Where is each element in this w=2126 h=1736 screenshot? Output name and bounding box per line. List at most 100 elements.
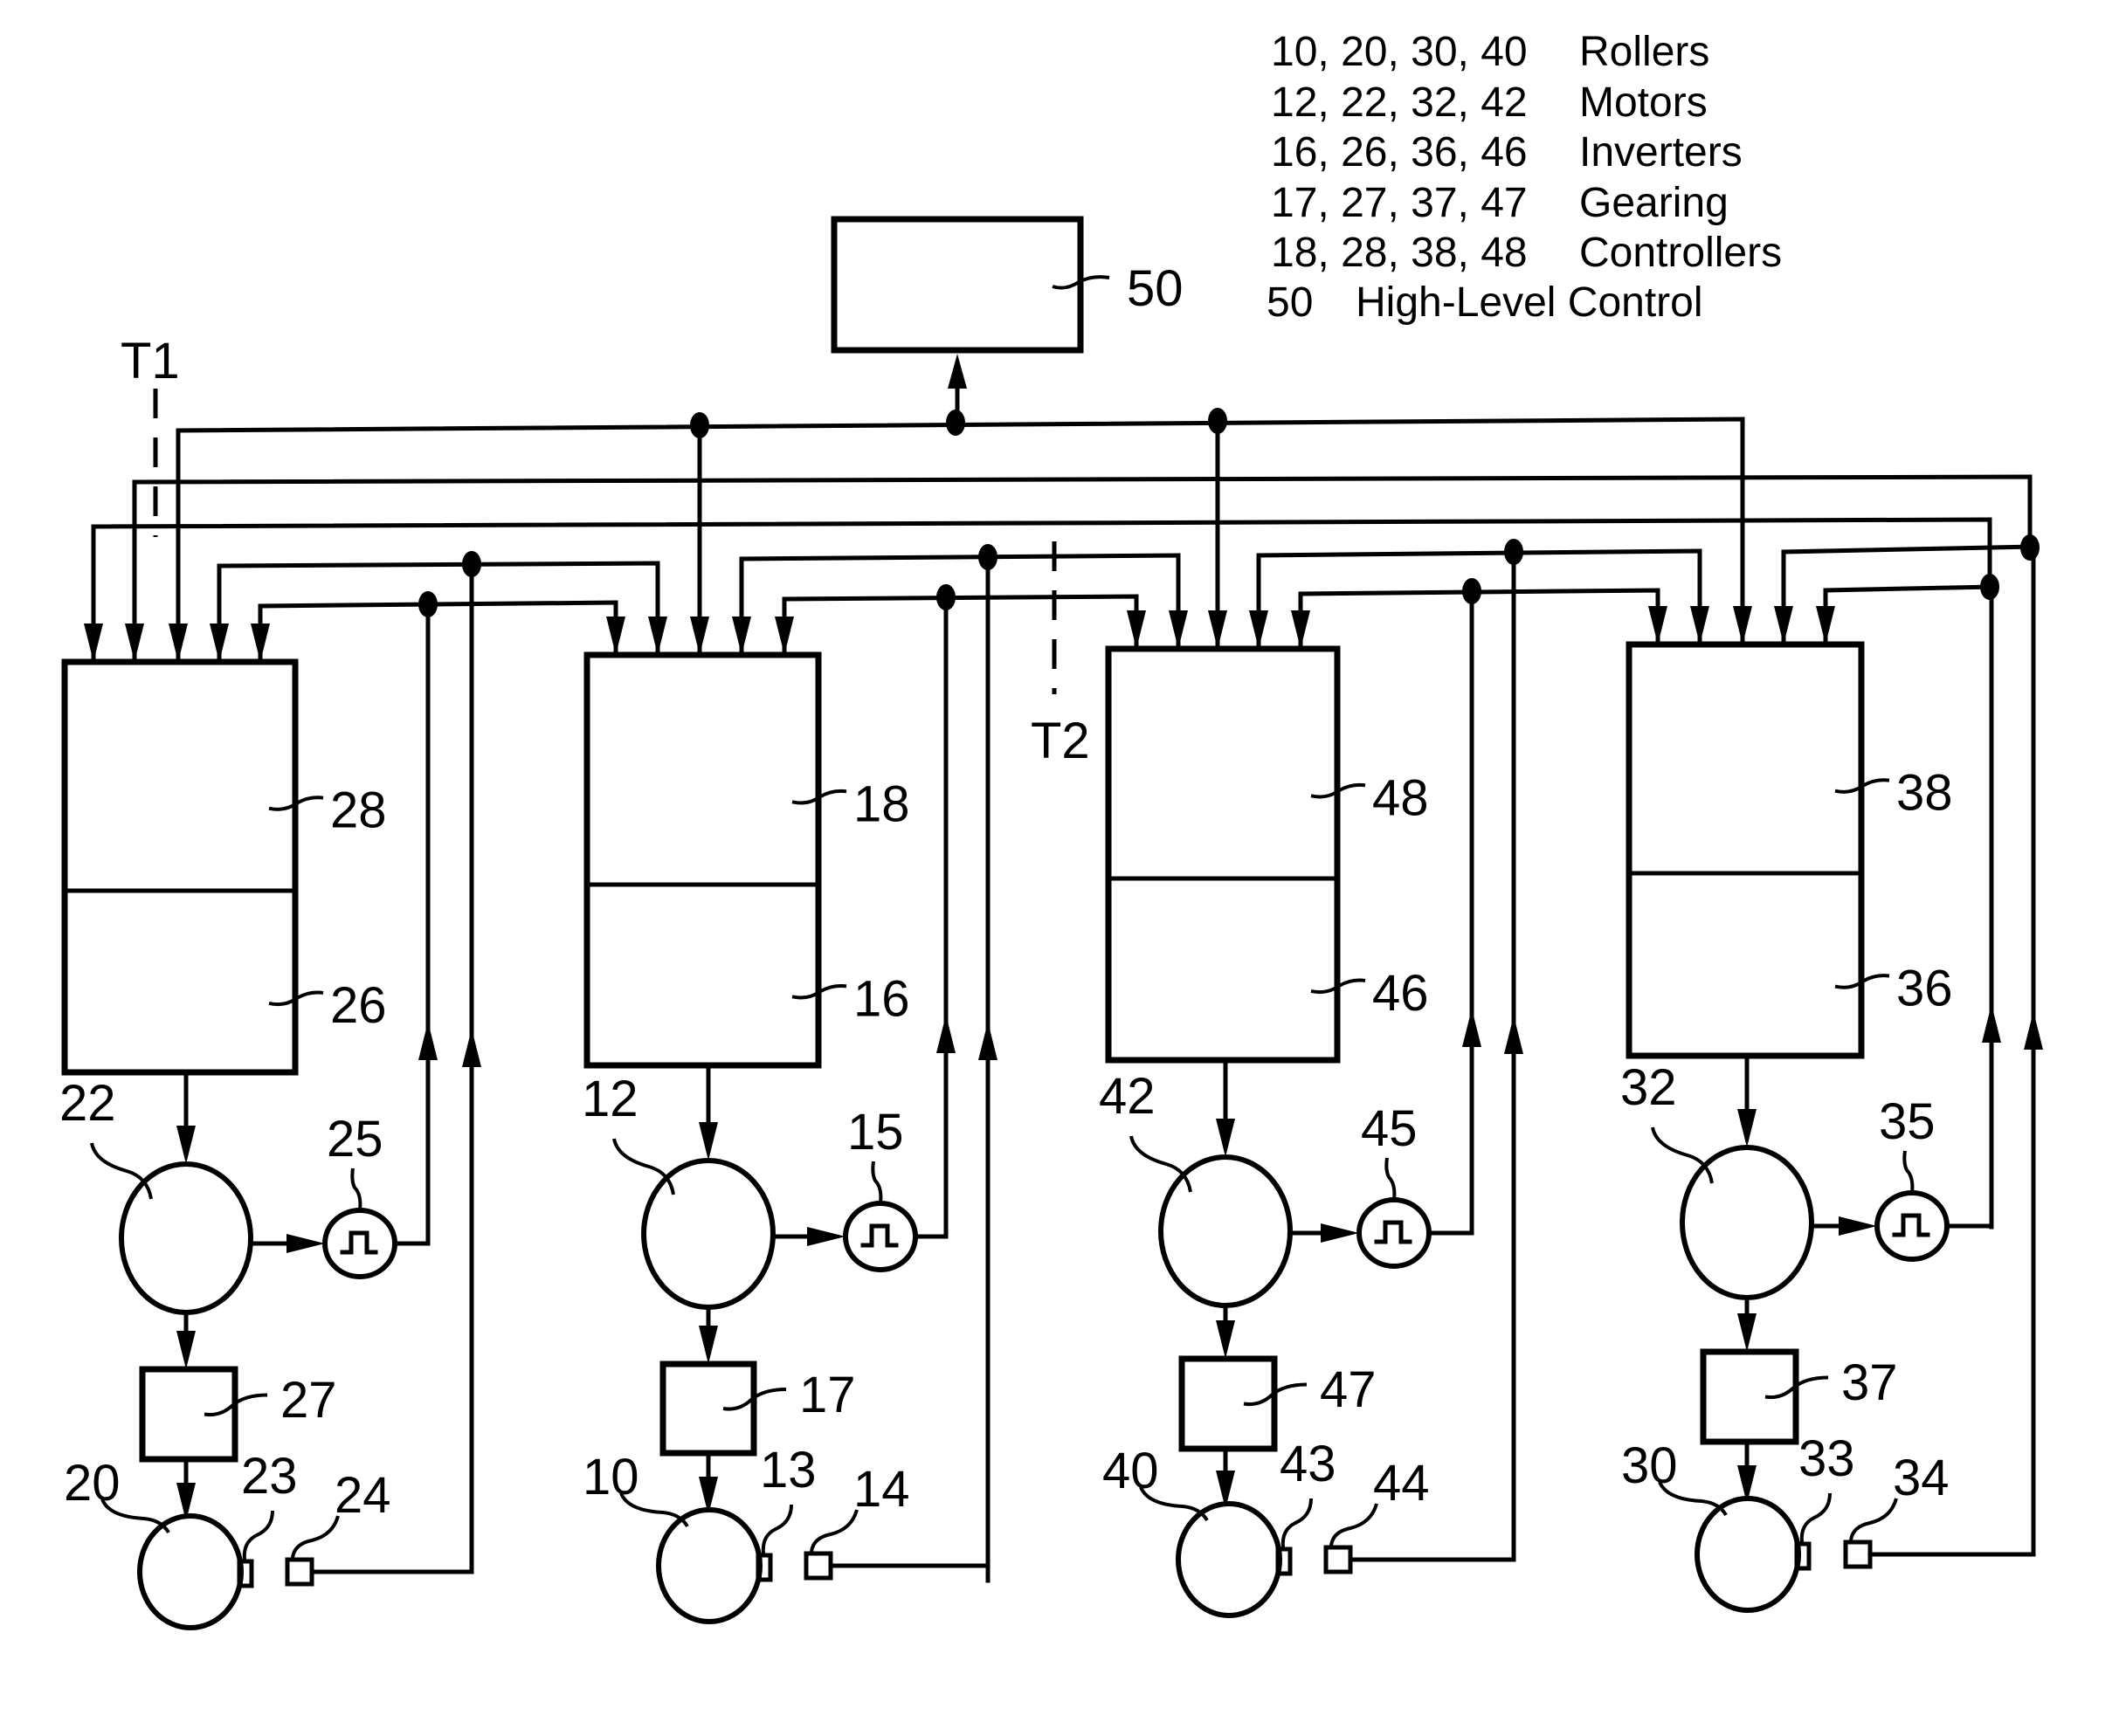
leader-line bbox=[1799, 1492, 1832, 1543]
encoder-label: 15 bbox=[847, 1104, 904, 1161]
inverter-label: 16 bbox=[853, 970, 910, 1027]
arrow-down-icon bbox=[1690, 606, 1709, 644]
arrow-down-icon bbox=[699, 1326, 718, 1364]
roller-sensor-label: 33 bbox=[1798, 1430, 1855, 1487]
encoder-label: 45 bbox=[1361, 1100, 1418, 1157]
feedback-line bbox=[913, 984, 949, 1239]
arrow-down-icon bbox=[1169, 610, 1188, 649]
units: 28 26 22 25 27 20 23 24 18 16 12 15 17 10 13 14 48 46 42 45… bbox=[59, 641, 2043, 1630]
drive-system-diagram: 10, 20, 30, 40 Rollers 12, 22, 32, 42 Mo… bbox=[59, 29, 2043, 1630]
legend-row: 17, 27, 37, 47 Gearing bbox=[1271, 180, 1729, 226]
arrow-down-icon bbox=[606, 617, 625, 655]
position-sensor bbox=[804, 1551, 833, 1581]
leader-line bbox=[1280, 1498, 1313, 1548]
sensor-label: 24 bbox=[335, 1467, 391, 1524]
ref-label: 50 bbox=[1127, 260, 1184, 317]
roller-circle bbox=[656, 1507, 763, 1624]
controller-label: 28 bbox=[330, 782, 387, 839]
bus-line bbox=[1823, 584, 1994, 643]
encoder-circle bbox=[1874, 1190, 1950, 1262]
arrow-down-icon bbox=[176, 1126, 196, 1164]
arrow-up-icon bbox=[462, 1029, 481, 1067]
legend-name: Controllers bbox=[1579, 230, 1782, 276]
gearing-label: 47 bbox=[1320, 1361, 1377, 1418]
roller-sensor bbox=[237, 1559, 254, 1588]
arrow-down-icon bbox=[125, 623, 144, 662]
arrow-down-icon bbox=[1816, 606, 1835, 644]
bus-line bbox=[91, 517, 1992, 659]
sensor-label: 44 bbox=[1373, 1455, 1430, 1512]
roller-label: 10 bbox=[583, 1449, 639, 1505]
leader-line bbox=[350, 1168, 362, 1211]
high-level-control-box bbox=[831, 216, 1084, 354]
feedback-line bbox=[392, 991, 431, 1246]
legend-name: High-Level Control bbox=[1356, 279, 1703, 326]
arrow-down-icon bbox=[251, 623, 270, 662]
bus-line bbox=[258, 600, 618, 659]
motor-circle bbox=[1680, 1145, 1814, 1300]
leader-line bbox=[761, 1504, 793, 1554]
arrow-up-icon bbox=[936, 1015, 956, 1053]
junction-dot bbox=[2020, 534, 2040, 561]
arrow-down-icon bbox=[1216, 1320, 1235, 1359]
arrow-down-icon bbox=[690, 617, 709, 655]
motor-circle bbox=[119, 1161, 253, 1315]
position-sensor bbox=[1323, 1545, 1353, 1574]
position-sensor bbox=[285, 1557, 314, 1587]
separator-t1: T1 bbox=[121, 333, 180, 537]
motor-circle bbox=[1158, 1154, 1293, 1308]
legend-ids: 50 bbox=[1267, 279, 1313, 326]
leader-line bbox=[1902, 1150, 1915, 1194]
arrow-down-icon bbox=[1216, 1119, 1235, 1157]
legend-name: Inverters bbox=[1579, 129, 1743, 176]
gearing-label: 37 bbox=[1841, 1354, 1898, 1411]
arrow-down-icon bbox=[1733, 606, 1752, 644]
legend-row: 12, 22, 32, 42 Motors bbox=[1271, 79, 1708, 126]
legend-ids: 12, 22, 32, 42 bbox=[1271, 79, 1528, 126]
inverter-label: 46 bbox=[1372, 965, 1429, 1022]
legend-ids: 10, 20, 30, 40 bbox=[1271, 29, 1528, 75]
leader-line bbox=[810, 1509, 859, 1553]
position-sensor bbox=[1843, 1540, 1873, 1569]
roller-sensor-label: 23 bbox=[241, 1448, 298, 1505]
arrow-down-icon bbox=[648, 617, 667, 655]
arrow-down-icon bbox=[1291, 610, 1310, 649]
bus-line bbox=[217, 561, 660, 659]
legend-row: 10, 20, 30, 40 Rollers bbox=[1271, 29, 1709, 75]
separator-label: T2 bbox=[1031, 713, 1090, 769]
leader-line bbox=[1849, 1498, 1898, 1541]
roller-label: 30 bbox=[1621, 1437, 1678, 1494]
arrow-right-icon bbox=[286, 1234, 325, 1253]
feedback-line bbox=[1426, 978, 1474, 1236]
separator-label: T1 bbox=[121, 333, 180, 389]
roller-label: 40 bbox=[1102, 1443, 1159, 1499]
arrow-right-icon bbox=[807, 1227, 846, 1246]
arrow-down-icon bbox=[699, 1122, 718, 1161]
controller-label: 48 bbox=[1372, 769, 1429, 826]
roller-sensor bbox=[756, 1553, 773, 1582]
sensor-label: 34 bbox=[1893, 1450, 1950, 1506]
controller-inverter-box bbox=[1626, 641, 1865, 1059]
separator-t2: T2 bbox=[1031, 541, 1090, 769]
leader-line bbox=[291, 1515, 340, 1559]
drive-unit: 48 46 42 45 47 40 43 44 bbox=[1099, 645, 1523, 1618]
encoder-label: 35 bbox=[1879, 1093, 1936, 1150]
arrow-down-icon bbox=[1127, 610, 1146, 649]
motor-label: 32 bbox=[1620, 1059, 1677, 1116]
encoder-circle bbox=[1356, 1197, 1432, 1269]
arrow-down-icon bbox=[1648, 606, 1667, 644]
arrow-up-icon bbox=[1504, 1016, 1523, 1054]
arrow-down-icon bbox=[775, 617, 794, 655]
high-level-control: 50 bbox=[831, 216, 1184, 354]
controller-label: 38 bbox=[1896, 765, 1953, 822]
controller-inverter-box bbox=[1105, 645, 1341, 1064]
leader-line bbox=[1384, 1157, 1397, 1201]
motor-label: 22 bbox=[59, 1075, 116, 1132]
leader-line bbox=[1329, 1503, 1378, 1547]
roller-circle bbox=[137, 1513, 244, 1630]
arrow-down-icon bbox=[1737, 1109, 1757, 1147]
arrow-down-icon bbox=[176, 1331, 196, 1369]
arrow-right-icon bbox=[1321, 1223, 1359, 1243]
roller-sensor-label: 43 bbox=[1280, 1436, 1336, 1492]
drive-unit: 38 36 32 35 37 30 33 34 bbox=[1620, 641, 2043, 1613]
